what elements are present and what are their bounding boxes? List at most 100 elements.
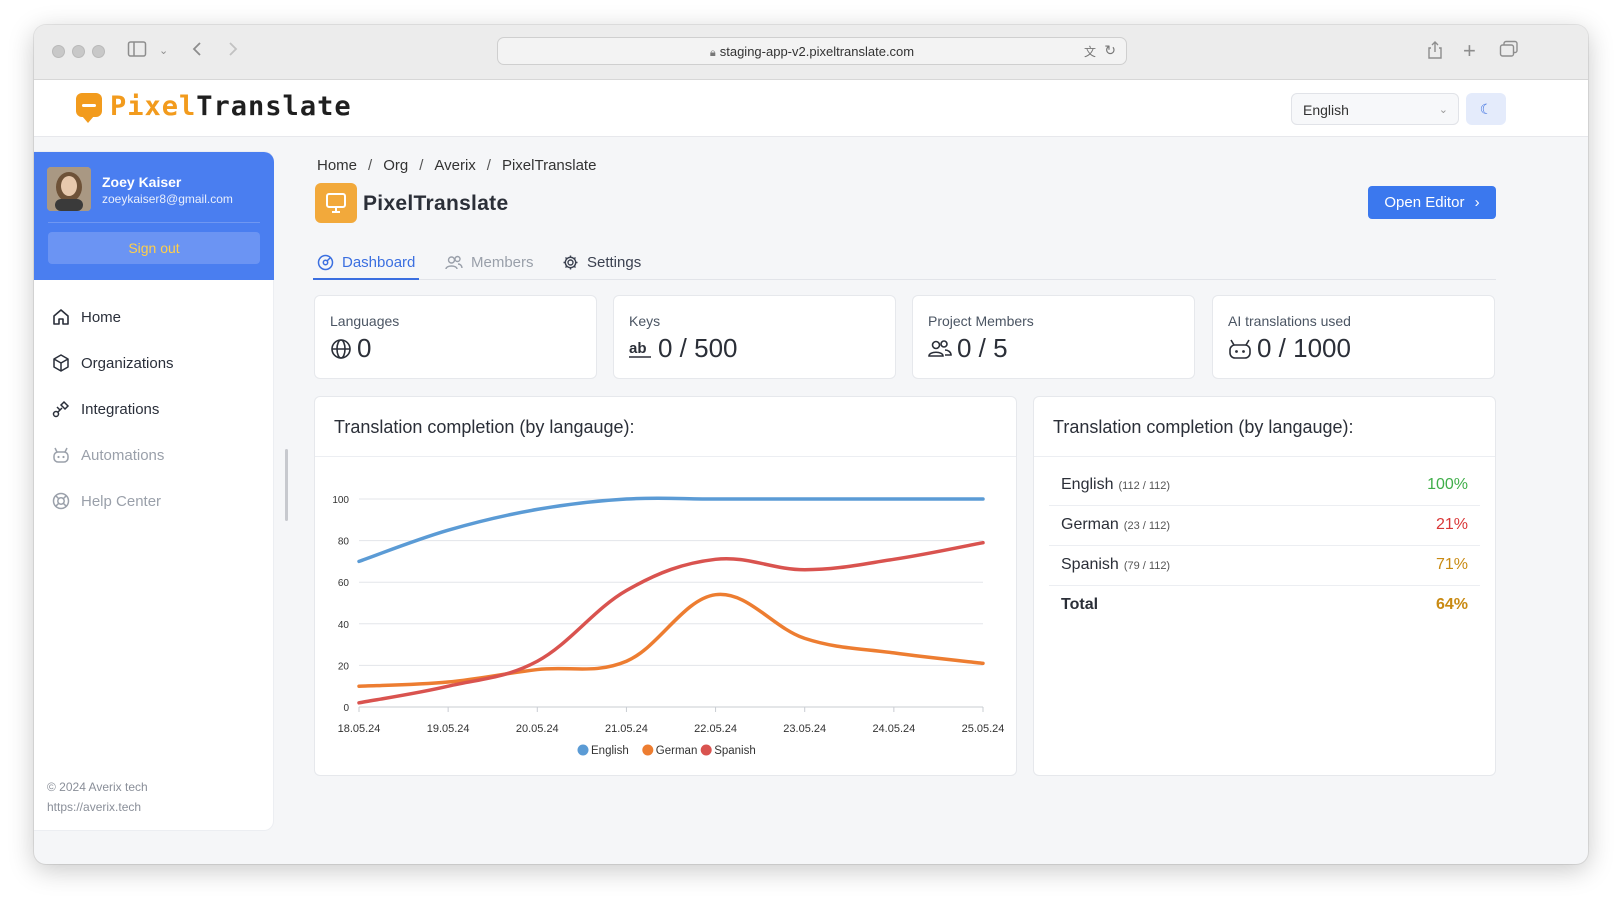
address-url: 🔒︎ staging-app-v2.pixeltranslate.com <box>498 44 1126 60</box>
y-tick-label: 60 <box>338 578 350 589</box>
user-name: Zoey Kaiser <box>102 174 182 190</box>
footer-link[interactable]: https://averix.tech <box>47 800 141 814</box>
sidebar-item-help-center[interactable]: Help Center <box>34 478 274 524</box>
sidebar-item-organizations[interactable]: Organizations <box>34 340 274 386</box>
language-counts: (79 / 112) <box>1123 560 1171 572</box>
language-label: Spanish <box>1061 556 1119 573</box>
total-label: Total <box>1061 596 1099 613</box>
stat-value: 0 / 1000 <box>1228 333 1351 364</box>
sidebar-item-label: Help Center <box>81 492 162 510</box>
tab-label: Dashboard <box>342 254 416 271</box>
language-label: English <box>1061 476 1114 493</box>
logo[interactable]: PixelTranslate <box>110 91 352 122</box>
divider <box>48 222 260 223</box>
back-arrow-icon[interactable] <box>191 40 205 63</box>
language-select[interactable]: English ⌄ <box>1291 93 1459 125</box>
theme-toggle-button[interactable]: ☾ <box>1466 93 1506 125</box>
breadcrumb-item-home[interactable]: Home <box>317 157 357 174</box>
stat-number: 0 <box>357 333 372 363</box>
legend-marker-english <box>577 744 589 756</box>
sidebar-item-label: Home <box>81 308 122 326</box>
sidebar: Zoey Kaiser zoeykaiser8@gmail.com Sign o… <box>34 151 274 831</box>
box-icon <box>53 354 69 372</box>
reload-icon[interactable]: ↻ <box>1104 42 1116 59</box>
breadcrumb-separator: / <box>486 157 491 174</box>
minimize-window-button[interactable] <box>72 45 85 58</box>
chart-panel-title: Translation completion (by langauge): <box>334 417 635 437</box>
sidebar-item-automations[interactable]: Automations <box>34 432 274 478</box>
sidebar-item-integrations[interactable]: Integrations <box>34 386 274 432</box>
x-tick-label: 23.05.24 <box>783 723 826 735</box>
sign-out-button[interactable]: Sign out <box>48 232 260 264</box>
logo-text-part2: Translate <box>196 91 352 122</box>
project-icon <box>315 183 357 223</box>
forward-arrow-icon[interactable] <box>225 40 239 63</box>
zoom-window-button[interactable] <box>92 45 105 58</box>
stat-value: 0 <box>330 333 371 364</box>
lock-icon: 🔒︎ <box>709 47 716 59</box>
stat-label: AI translations used <box>1228 313 1351 329</box>
tab-dashboard[interactable]: Dashboard <box>313 247 420 280</box>
y-tick-label: 40 <box>338 620 350 631</box>
sidebar-item-label: Organizations <box>81 354 174 372</box>
address-bar[interactable]: 🔒︎ staging-app-v2.pixeltranslate.com 文 ↻ <box>497 37 1127 65</box>
completion-row-spanish: Spanish (79 / 112) 71% <box>1049 545 1480 586</box>
users-icon <box>445 255 463 270</box>
total-percent: 64% <box>1435 596 1468 613</box>
ab-text-icon: ab <box>629 340 651 358</box>
stat-number: 0 / 5 <box>957 333 1008 363</box>
breadcrumb: Home / Org / Averix / PixelTranslate <box>317 157 596 174</box>
translate-icon[interactable]: 文 <box>1084 43 1096 60</box>
svg-text:ab: ab <box>629 340 647 357</box>
legend-label-german: German <box>656 745 698 757</box>
language-name: German (23 / 112) <box>1061 516 1170 534</box>
completion-row-german: German (23 / 112) 21% <box>1049 505 1480 546</box>
legend-label-english: English <box>591 745 629 757</box>
language-select-value: English <box>1303 102 1349 118</box>
user-profile-card: Zoey Kaiser zoeykaiser8@gmail.com Sign o… <box>34 152 274 280</box>
sidebar-scrollbar[interactable] <box>285 449 288 521</box>
completion-row-english: English (112 / 112) 100% <box>1049 465 1480 506</box>
share-icon[interactable] <box>1427 40 1443 65</box>
completion-row-total: Total 64% <box>1049 585 1480 625</box>
breadcrumb-item-org[interactable]: Org <box>383 157 408 174</box>
completion-percent: 100% <box>1427 476 1468 493</box>
gear-icon <box>563 255 578 270</box>
avatar[interactable] <box>47 167 91 211</box>
robot-icon <box>53 447 69 463</box>
y-tick-label: 100 <box>332 495 349 506</box>
tab-overview-icon[interactable] <box>1499 40 1519 63</box>
close-window-button[interactable] <box>52 45 65 58</box>
tab-settings[interactable]: Settings <box>562 247 641 278</box>
stat-card-keys: Keys ab 0 / 500 <box>613 295 896 379</box>
new-tab-icon[interactable]: + <box>1463 40 1476 62</box>
x-tick-label: 25.05.24 <box>962 723 1005 735</box>
stat-value: 0 / 5 <box>928 333 1008 364</box>
sidebar-nav: Home Organizations Integrations Automati… <box>34 294 274 524</box>
open-editor-button[interactable]: Open Editor › <box>1368 186 1496 219</box>
stat-label: Languages <box>330 313 400 329</box>
tab-members[interactable]: Members <box>445 247 534 278</box>
home-icon <box>53 309 69 325</box>
user-email: zoeykaiser8@gmail.com <box>102 192 233 206</box>
breadcrumb-separator: / <box>419 157 424 174</box>
language-name: English (112 / 112) <box>1061 476 1170 494</box>
breadcrumb-item-averix[interactable]: Averix <box>434 157 475 174</box>
series-line-english <box>357 496 985 564</box>
sidebar-toggle-icon[interactable] <box>127 40 147 63</box>
stat-card-project-members: Project Members 0 / 5 <box>912 295 1195 379</box>
x-tick-label: 21.05.24 <box>605 723 648 735</box>
sidebar-item-label: Integrations <box>81 400 160 418</box>
completion-percent: 21% <box>1435 516 1468 533</box>
stat-number: 0 / 500 <box>658 333 738 363</box>
language-label: German <box>1061 516 1119 533</box>
stat-value: ab 0 / 500 <box>629 333 738 364</box>
y-tick-label: 0 <box>343 703 349 714</box>
completion-percent: 71% <box>1435 556 1468 573</box>
users-icon <box>928 339 952 357</box>
sidebar-item-home[interactable]: Home <box>34 294 274 340</box>
sidebar-item-label: Automations <box>81 446 165 464</box>
gauge-icon <box>317 254 334 271</box>
lifebuoy-icon <box>52 492 70 510</box>
chevron-down-icon[interactable]: ⌄ <box>159 40 168 62</box>
